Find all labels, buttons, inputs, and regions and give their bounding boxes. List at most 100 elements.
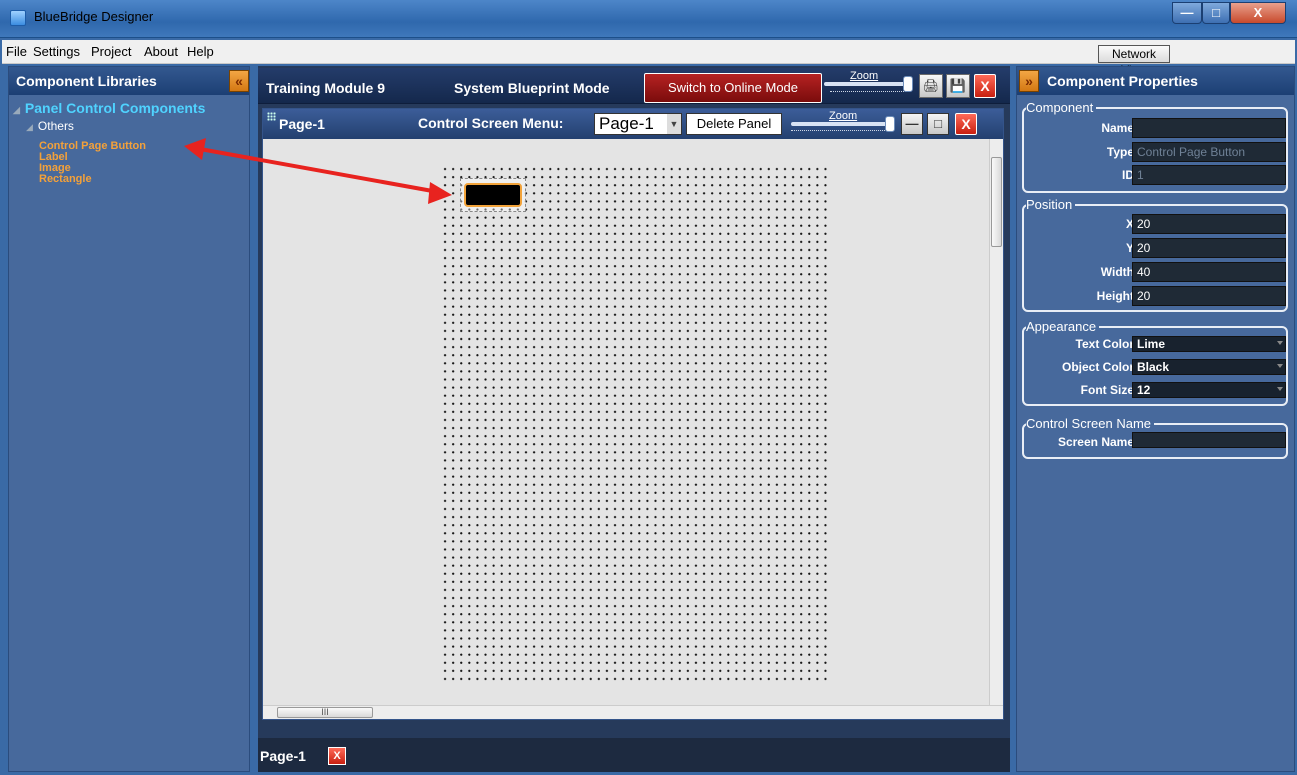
font-size-row: Font Size 12 [1024,380,1286,400]
x-field[interactable]: 20 [1132,214,1286,234]
position-group: Position X 20 Y 20 Width 40 Height 20 [1022,197,1288,312]
text-color-select[interactable]: Lime [1132,336,1286,352]
appearance-group: Appearance Text Color Lime Object Color … [1022,319,1288,406]
font-size-select[interactable]: 12 [1132,382,1286,398]
name-row: Name [1024,118,1286,138]
width-label: Width [1100,265,1134,279]
tree-expand-icon[interactable]: ◢ [13,105,20,115]
page-zoom-slider[interactable] [791,122,889,126]
menu-file[interactable]: File [6,44,27,59]
screen-name-label: Screen Name [1057,435,1134,449]
height-label: Height [1096,289,1134,303]
tab-page-1[interactable]: Page-1 X [258,742,358,770]
page-zoom-ticks [791,127,887,131]
chevron-down-icon[interactable]: ▼ [667,114,681,134]
component-group-title: Component [1026,100,1097,115]
name-field[interactable] [1132,118,1286,138]
close-window-button[interactable]: X [1230,2,1286,24]
component-group: Component Name Type Control Page Button … [1022,100,1288,193]
component-libraries-title: Component Libraries [16,73,157,89]
id-field: 1 [1132,165,1286,185]
menu-settings[interactable]: Settings [33,44,80,59]
tree-group-label: Others [37,119,74,133]
control-screen-menu-label: Control Screen Menu: [418,115,564,131]
screen-name-field[interactable] [1132,432,1286,448]
collapse-left-panel-button[interactable]: « [229,70,249,92]
drag-grip-icon[interactable] [267,112,276,121]
control-screen-name-group-title: Control Screen Name [1026,416,1154,431]
component-properties-title: Component Properties [1047,73,1198,89]
library-item-rectangle[interactable]: Rectangle [39,173,92,185]
id-row: ID 1 [1024,165,1286,185]
switch-to-online-mode-button[interactable]: Switch to Online Mode [644,73,822,103]
tab-page-1-label: Page-1 [260,748,306,764]
close-project-button[interactable]: X [974,74,996,98]
close-tab-button[interactable]: X [328,747,346,765]
page-close-button[interactable]: X [955,113,977,135]
font-size-label: Font Size [1080,383,1134,397]
title-bar: BlueBridge Designer — □ X [0,0,1297,38]
menu-about[interactable]: About [144,44,178,59]
maximize-button[interactable]: □ [1202,2,1230,24]
text-color-value: Lime [1137,337,1166,351]
app-window: BlueBridge Designer — □ X File Settings … [0,0,1297,775]
vertical-scrollbar[interactable] [989,139,1003,705]
type-row: Type Control Page Button [1024,142,1286,162]
tree-node-others[interactable]: ◢ Others [26,119,74,133]
design-canvas[interactable] [263,139,989,705]
type-label: Type [1106,145,1134,159]
delete-panel-button[interactable]: Delete Panel [686,113,782,135]
object-color-value: Black [1137,360,1170,374]
menu-help[interactable]: Help [187,44,214,59]
component-properties-header: » Component Properties [1017,67,1294,95]
tree-expand-icon[interactable]: ◢ [26,122,33,132]
minimize-button[interactable]: — [1172,2,1202,24]
horizontal-scrollbar[interactable]: III [263,705,1003,719]
tree-node-panel-control-components[interactable]: ◢ Panel Control Components [13,100,205,116]
component-libraries-header: Component Libraries « [9,67,249,95]
component-libraries-panel: Component Libraries « ◢ Panel Control Com… [8,66,250,772]
chevron-down-icon[interactable] [1277,341,1283,345]
page-minimize-button[interactable]: — [901,113,923,135]
collapse-right-panel-button[interactable]: » [1019,70,1039,92]
object-color-row: Object Color Black [1024,357,1286,377]
text-color-row: Text Color Lime [1024,334,1286,354]
page-tab-bar: Page-1 X [258,738,1010,772]
name-label: Name [1101,121,1134,135]
component-properties-panel: » Component Properties Component Name Ty… [1016,66,1295,772]
page-title: Page-1 [279,116,325,132]
page-window: Page-1 Control Screen Menu: Page-1 ▼ Dele… [262,108,1004,720]
position-group-title: Position [1026,197,1076,212]
network-view-button[interactable]: Network View [1098,45,1170,77]
control-page-button-body[interactable] [464,183,522,207]
app-icon [10,10,26,26]
mode-label: System Blueprint Mode [454,80,610,96]
design-toolbar: Training Module 9 System Blueprint Mode … [258,68,1010,104]
project-name: Training Module 9 [266,80,386,96]
tree-root-label: Panel Control Components [24,100,206,116]
control-screen-name-group: Control Screen Name Screen Name [1022,416,1288,459]
page-select[interactable]: Page-1 ▼ [594,113,682,135]
width-field[interactable]: 40 [1132,262,1286,282]
print-icon[interactable]: 🖨 [919,74,943,98]
type-field: Control Page Button [1132,142,1286,162]
horizontal-scrollbar-thumb[interactable]: III [277,707,373,718]
width-row: Width 40 [1024,262,1286,282]
y-field[interactable]: 20 [1132,238,1286,258]
zoom-label: Zoom [850,70,879,82]
control-page-button-component[interactable] [460,178,526,212]
save-icon[interactable]: 💾 [946,74,970,98]
appearance-group-title: Appearance [1026,319,1100,334]
zoom-slider[interactable] [824,82,908,86]
zoom-slider-thumb[interactable] [903,76,913,92]
page-select-value: Page-1 [599,114,654,133]
object-color-select[interactable]: Black [1132,359,1286,375]
page-zoom-slider-thumb[interactable] [885,116,895,132]
chevron-down-icon[interactable] [1277,387,1283,391]
window-title: BlueBridge Designer [34,9,154,24]
menu-project[interactable]: Project [91,44,131,59]
chevron-down-icon[interactable] [1277,364,1283,368]
vertical-scrollbar-thumb[interactable] [991,157,1002,247]
height-field[interactable]: 20 [1132,286,1286,306]
page-maximize-button[interactable]: □ [927,113,949,135]
